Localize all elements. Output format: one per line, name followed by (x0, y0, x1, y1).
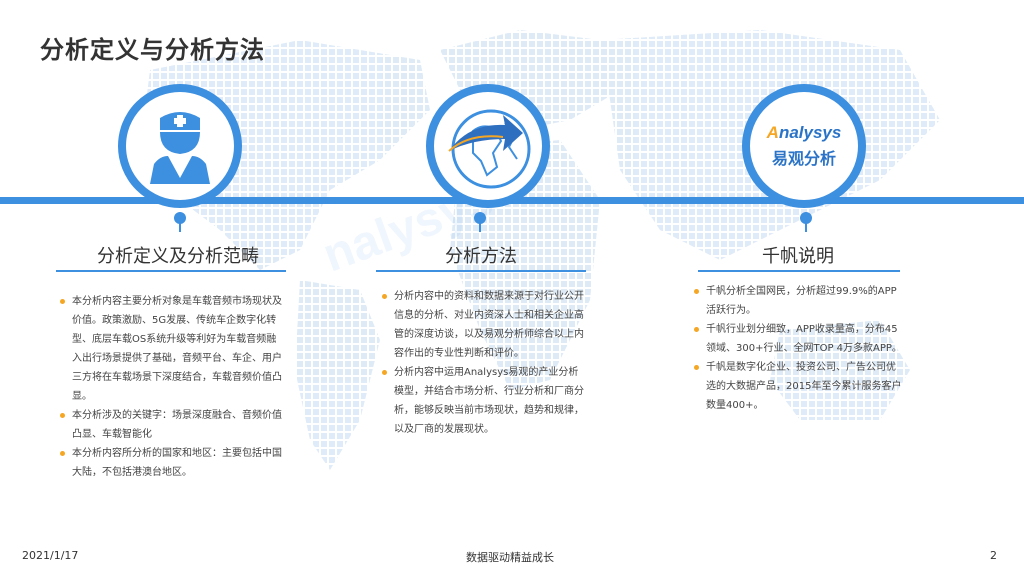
bullet-item: 本分析内容所分析的国家和地区：主要包括中国大陆，不包括港澳台地区。 (60, 444, 284, 482)
circle-definition (118, 84, 242, 208)
page-title: 分析定义与分析方法 (40, 36, 265, 64)
page-number: 2 (990, 549, 997, 562)
section-heading-definition: 分析定义及分析范畴 (97, 246, 259, 267)
bullet-item: 本分析涉及的关键字：场景深度融合、音频价值凸显、车载智能化 (60, 406, 284, 444)
pin-stem-definition (179, 222, 181, 232)
bullet-item: 分析内容中运用Analysys易观的产业分析模型，并结合市场分析、行业分析和厂商… (382, 363, 586, 439)
footer-date: 2021/1/17 (22, 549, 79, 562)
bullet-item: 千帆是数字化企业、投资公司、广告公司优选的大数据产品，2015年至今累计服务客户… (694, 358, 902, 415)
circle-qianfan: Analysys 易观分析 (742, 84, 866, 208)
section-rule-method (376, 270, 586, 272)
doctor-icon (150, 112, 210, 184)
logo-text: nalysys (778, 123, 842, 142)
bullet-item: 本分析内容主要分析对象是车载音频市场现状及价值。政策激励、5G发展、传统车企数字… (60, 292, 284, 406)
section-heading-qianfan: 千帆说明 (762, 246, 834, 267)
section-heading-method: 分析方法 (445, 246, 517, 267)
globe-arrow-icon (448, 109, 531, 189)
circle-method (426, 84, 550, 208)
bullets-qianfan: 千帆分析全国网民，分析超过99.9%的APP活跃行为。 千帆行业划分细致，APP… (694, 282, 902, 415)
bullets-definition: 本分析内容主要分析对象是车载音频市场现状及价值。政策激励、5G发展、传统车企数字… (60, 292, 284, 482)
bullet-item: 分析内容中的资料和数据来源于对行业公开信息的分析、对业内资深人士和相关企业高管的… (382, 287, 586, 363)
analysys-logo: Analysys 易观分析 (767, 123, 842, 169)
logo-a-mark: A (766, 123, 779, 142)
pin-stem-method (479, 222, 481, 232)
bullet-item: 千帆行业划分细致，APP收录量高，分布45领域、300+行业、全网TOP 4万多… (694, 320, 902, 358)
footer-slogan: 数据驱动精益成长 (466, 551, 554, 564)
section-rule-definition (56, 270, 286, 272)
section-rule-qianfan (698, 270, 900, 272)
bullets-method: 分析内容中的资料和数据来源于对行业公开信息的分析、对业内资深人士和相关企业高管的… (382, 287, 586, 439)
logo-subtitle: 易观分析 (771, 149, 836, 168)
bullet-item: 千帆分析全国网民，分析超过99.9%的APP活跃行为。 (694, 282, 902, 320)
pin-stem-qianfan (805, 222, 807, 232)
